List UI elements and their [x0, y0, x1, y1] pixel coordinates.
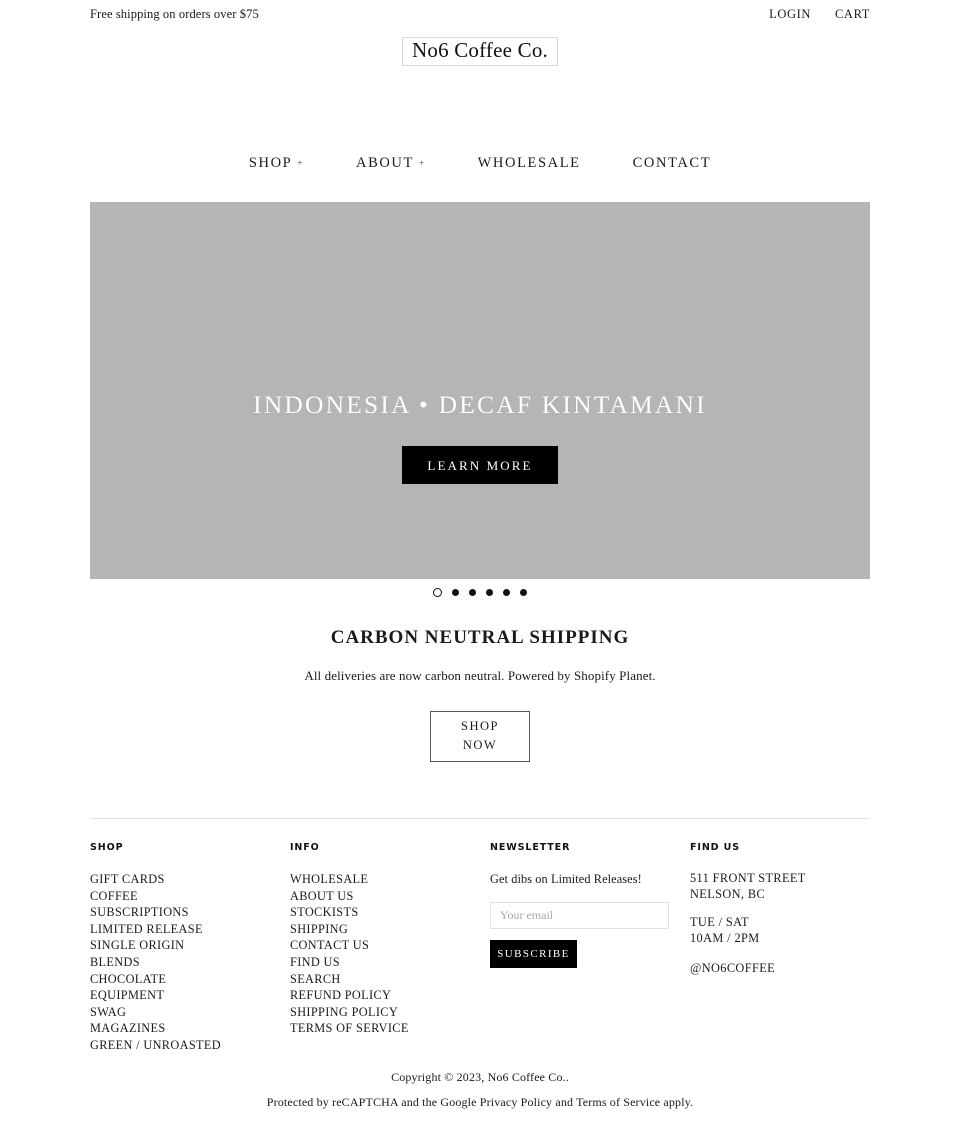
- copyright-shop-link[interactable]: No6 Coffee Co.: [488, 1070, 566, 1084]
- nav-item-wholesale-label: WHOLESALE: [477, 155, 581, 171]
- footer-link-terms-of-service[interactable]: TERMS OF SERVICE: [290, 1020, 490, 1037]
- nav-item-about[interactable]: ABOUT +: [330, 155, 452, 172]
- slideshow-pagination: [0, 588, 960, 597]
- announcement-bar: Free shipping on orders over $75 LOGIN C…: [0, 0, 960, 30]
- chevron-down-icon: +: [418, 158, 426, 168]
- promo-section: CARBON NEUTRAL SHIPPING All deliveries a…: [0, 626, 960, 762]
- footer-link-single-origin[interactable]: SINGLE ORIGIN: [90, 937, 290, 954]
- footer-column-newsletter: NEWSLETTER Get dibs on Limited Releases!…: [490, 842, 690, 1054]
- footer-divider: [90, 818, 870, 819]
- nav-item-shop[interactable]: SHOP +: [223, 155, 330, 172]
- promo-title: CARBON NEUTRAL SHIPPING: [330, 627, 630, 648]
- store-hours: TUE / SAT 10AM / 2PM: [690, 915, 870, 946]
- recaptcha-suffix: apply.: [660, 1095, 694, 1109]
- nav-item-contact[interactable]: CONTACT: [607, 155, 738, 172]
- account-links: LOGIN CART: [769, 7, 870, 22]
- shop-now-line-1: SHOP: [461, 719, 499, 733]
- shop-now-line-2: NOW: [462, 738, 498, 753]
- newsletter-description: Get dibs on Limited Releases!: [490, 872, 642, 886]
- recaptcha-prefix: Protected by reCAPTCHA and the Google: [266, 1095, 480, 1109]
- slide-dot-1[interactable]: [433, 588, 442, 597]
- chevron-down-icon: +: [297, 158, 304, 168]
- copyright-suffix: .: [565, 1070, 569, 1084]
- logo-container: No6 Coffee Co.: [0, 37, 960, 66]
- hero-slideshow[interactable]: INDONESIA • DECAF KINTAMANI LEARN MORE: [90, 202, 870, 579]
- recaptcha-notice: Protected by reCAPTCHA and the Google Pr…: [0, 1095, 960, 1110]
- learn-more-button[interactable]: LEARN MORE: [402, 445, 558, 484]
- footer-heading-find-us: FIND US: [690, 842, 741, 853]
- footer-link-about-us[interactable]: ABOUT US: [290, 888, 490, 905]
- subscribe-button[interactable]: SUBSCRIBE: [490, 940, 577, 969]
- footer-link-gift-cards[interactable]: GIFT CARDS: [90, 871, 290, 888]
- privacy-policy-link[interactable]: Privacy Policy: [480, 1095, 552, 1109]
- footer-link-equipment[interactable]: EQUIPMENT: [90, 987, 290, 1004]
- hero-slide: INDONESIA • DECAF KINTAMANI LEARN MORE: [90, 202, 870, 579]
- terms-of-service-link[interactable]: Terms of Service: [576, 1095, 660, 1109]
- footer-column-shop: SHOP GIFT CARDS COFFEE SUBSCRIPTIONS LIM…: [90, 842, 290, 1054]
- footer-link-wholesale[interactable]: WHOLESALE: [290, 871, 490, 888]
- cart-link[interactable]: CART: [835, 7, 870, 22]
- footer-column-info: INFO WHOLESALE ABOUT US STOCKISTS SHIPPI…: [290, 842, 490, 1054]
- footer-link-find-us[interactable]: FIND US: [290, 954, 490, 971]
- footer-link-contact-us[interactable]: CONTACT US: [290, 937, 490, 954]
- nav-item-wholesale[interactable]: WHOLESALE: [452, 155, 607, 172]
- copyright-text: Copyright © 2023, No6 Coffee Co..: [0, 1070, 960, 1085]
- footer-link-limited-release[interactable]: LIMITED RELEASE: [90, 921, 290, 938]
- login-link[interactable]: LOGIN: [769, 7, 811, 22]
- slide-dot-4[interactable]: [486, 589, 493, 596]
- footer-link-coffee[interactable]: COFFEE: [90, 888, 290, 905]
- hero-title: INDONESIA • DECAF KINTAMANI: [253, 389, 707, 419]
- slide-dot-5[interactable]: [503, 589, 510, 596]
- footer-heading-newsletter: NEWSLETTER: [490, 842, 571, 853]
- slide-dot-6[interactable]: [520, 589, 527, 596]
- address-line-1: 511 FRONT STREET: [690, 871, 806, 885]
- footer-link-refund-policy[interactable]: REFUND POLICY: [290, 987, 490, 1004]
- main-navigation: SHOP + ABOUT + WHOLESALE CONTACT: [0, 155, 960, 172]
- footer-link-chocolate[interactable]: CHOCOLATE: [90, 971, 290, 988]
- footer-heading-info: INFO: [290, 842, 320, 853]
- footer-bottom-bar: Copyright © 2023, No6 Coffee Co.. Protec…: [0, 1070, 960, 1110]
- slide-dot-3[interactable]: [469, 589, 476, 596]
- footer-link-blends[interactable]: BLENDS: [90, 954, 290, 971]
- address-line-2: NELSON, BC: [690, 886, 766, 901]
- footer-link-subscriptions[interactable]: SUBSCRIPTIONS: [90, 904, 290, 921]
- announcement-text: Free shipping on orders over $75: [90, 7, 259, 21]
- hours-line-2: 10AM / 2PM: [690, 930, 760, 945]
- footer-link-swag[interactable]: SWAG: [90, 1004, 290, 1021]
- store-address: 511 FRONT STREET NELSON, BC: [690, 871, 870, 902]
- nav-item-about-label: ABOUT: [356, 155, 414, 171]
- newsletter-email-input[interactable]: [490, 902, 669, 930]
- shop-now-button[interactable]: SHOP NOW: [430, 710, 530, 762]
- nav-item-contact-label: CONTACT: [632, 155, 712, 171]
- slide-dot-2[interactable]: [452, 589, 459, 596]
- hours-line-1: TUE / SAT: [690, 915, 749, 929]
- footer-link-stockists[interactable]: STOCKISTS: [290, 904, 490, 921]
- footer-link-green-unroasted[interactable]: GREEN / UNROASTED: [90, 1037, 290, 1054]
- footer-heading-shop: SHOP: [90, 842, 124, 853]
- promo-subtitle: All deliveries are now carbon neutral. P…: [304, 667, 656, 683]
- footer-link-search[interactable]: SEARCH: [290, 971, 490, 988]
- copyright-prefix: Copyright © 2023,: [391, 1070, 488, 1084]
- nav-item-shop-label: SHOP: [248, 155, 293, 171]
- footer-column-find-us: FIND US 511 FRONT STREET NELSON, BC TUE …: [690, 842, 870, 1054]
- recaptcha-middle: and: [552, 1095, 577, 1109]
- storefront-page: Free shipping on orders over $75 LOGIN C…: [0, 0, 960, 1134]
- instagram-handle-link[interactable]: @NO6COFFEE: [690, 961, 775, 975]
- footer-link-shipping[interactable]: SHIPPING: [290, 921, 490, 938]
- footer-link-magazines[interactable]: MAGAZINES: [90, 1020, 290, 1037]
- site-logo[interactable]: No6 Coffee Co.: [402, 37, 558, 66]
- footer-link-shipping-policy[interactable]: SHIPPING POLICY: [290, 1004, 490, 1021]
- site-footer: SHOP GIFT CARDS COFFEE SUBSCRIPTIONS LIM…: [90, 842, 870, 1054]
